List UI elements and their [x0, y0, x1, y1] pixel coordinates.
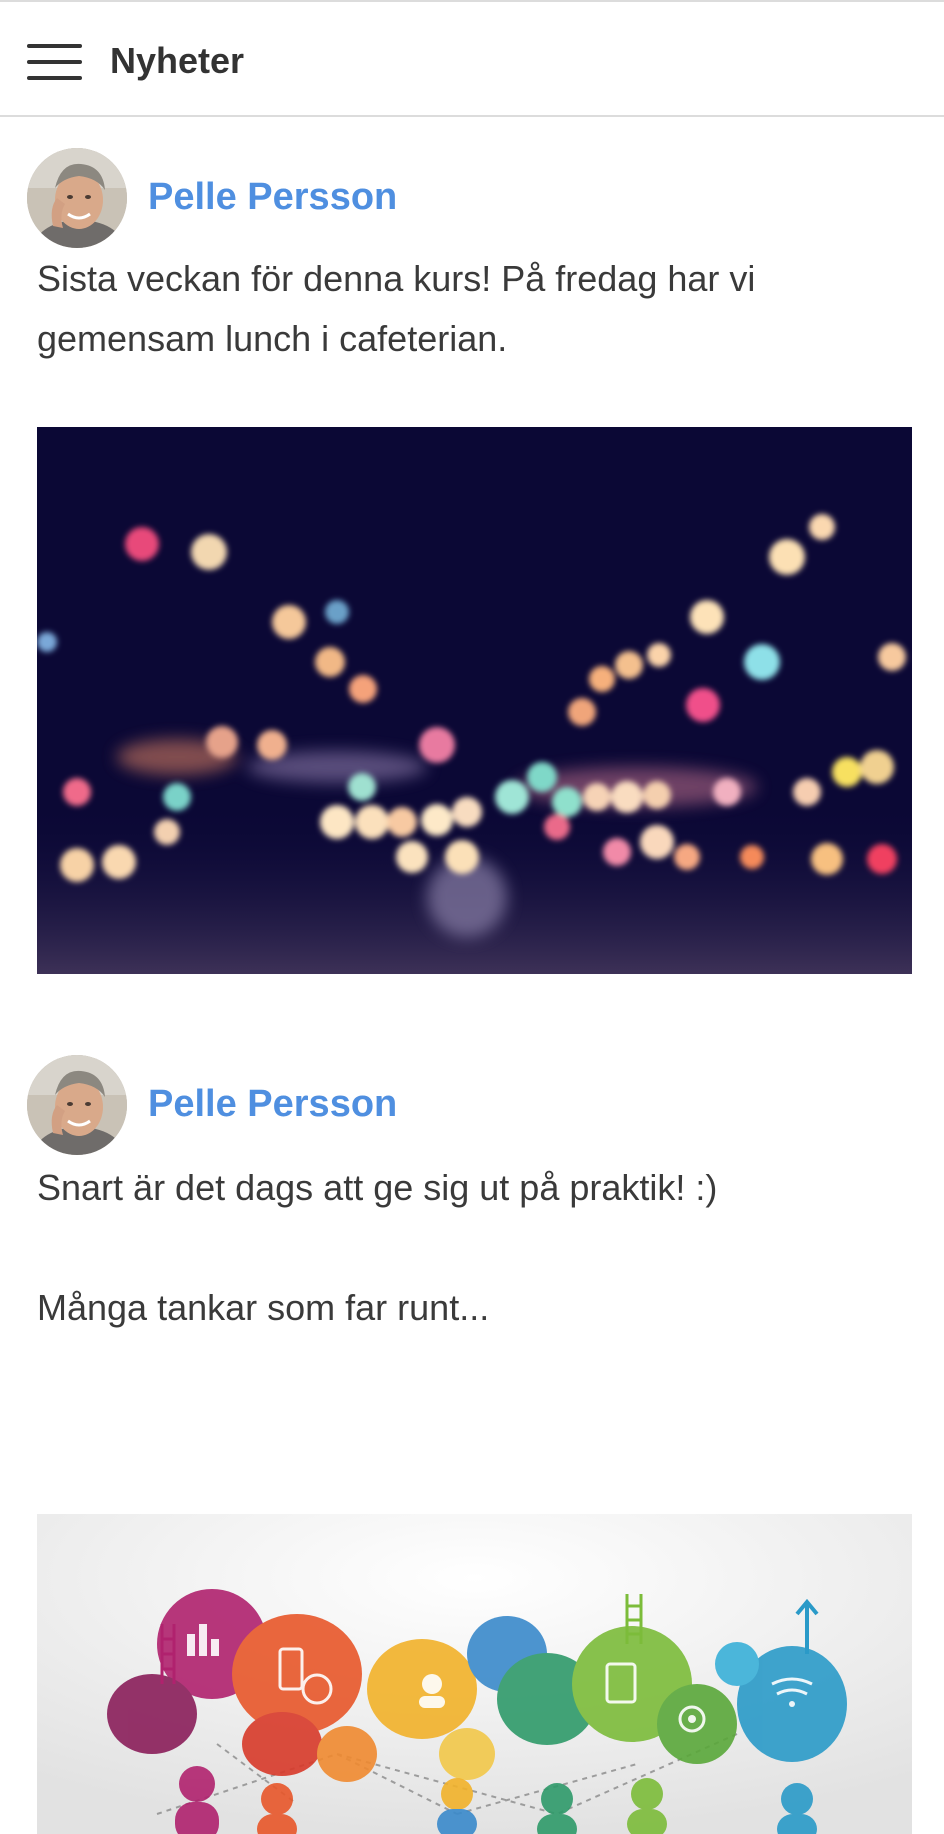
post-text-line: Många tankar som far runt...	[37, 1287, 490, 1328]
page-title: Nyheter	[110, 40, 245, 81]
post-text: Snart är det dags att ge sig ut på prakt…	[37, 1158, 897, 1338]
post-text: Sista veckan för denna kurs! På fredag h…	[37, 249, 897, 369]
speech-bubbles-image	[37, 1514, 912, 1834]
post-text-line	[37, 1218, 897, 1278]
top-app-bar: Nyheter	[0, 0, 944, 117]
post-author-link[interactable]: Pelle Persson	[148, 1081, 397, 1127]
post-image[interactable]	[37, 1514, 912, 1834]
post-text-line: Snart är det dags att ge sig ut på prakt…	[37, 1167, 718, 1208]
avatar[interactable]	[27, 148, 127, 248]
post-author-link[interactable]: Pelle Persson	[148, 174, 397, 220]
hamburger-menu-icon[interactable]	[27, 44, 82, 80]
post-image[interactable]	[37, 427, 912, 974]
city-lights-image	[37, 427, 912, 974]
post-text-line: Sista veckan för denna kurs! På fredag h…	[37, 258, 756, 299]
post-text-line: gemensam lunch i cafeterian.	[37, 318, 508, 359]
avatar[interactable]	[27, 1055, 127, 1155]
